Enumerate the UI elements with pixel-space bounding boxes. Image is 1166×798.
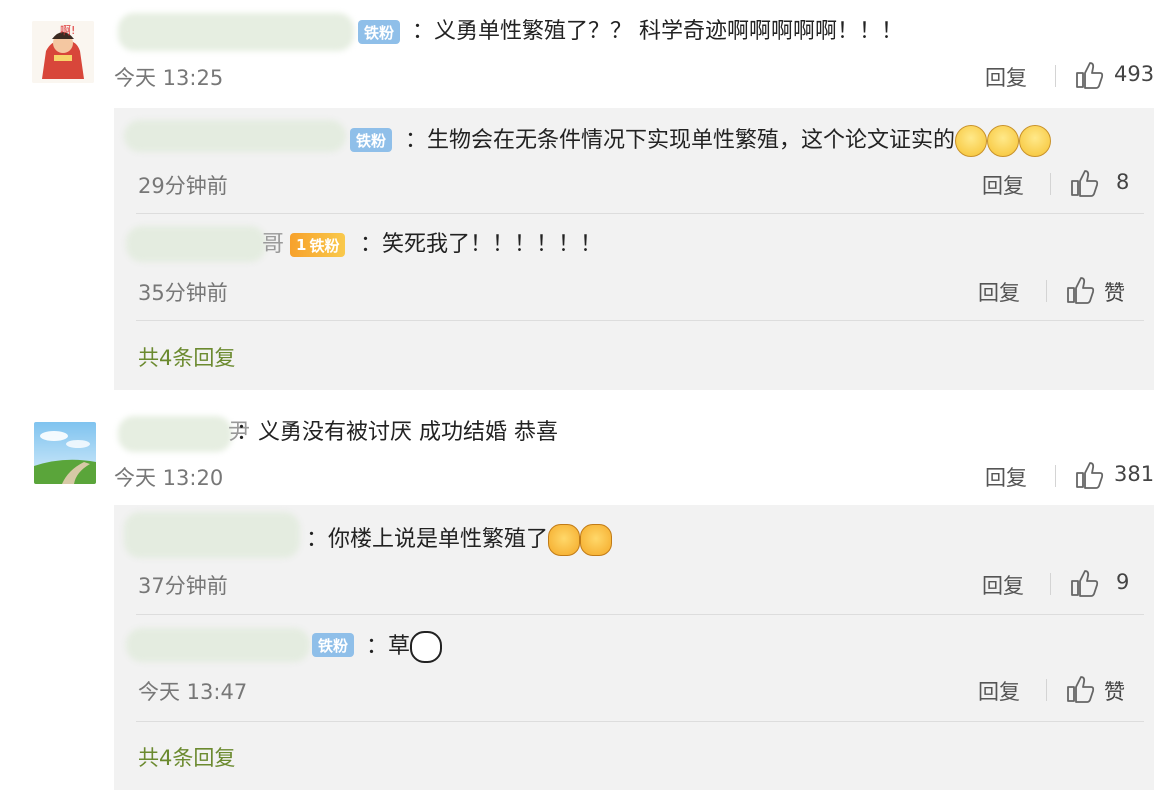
comment-text: ：义勇单性繁殖了？？ 科学奇迹啊啊啊啊啊！！！ <box>412 19 903 44</box>
separator <box>136 213 1144 214</box>
reply-text-content: ：生物会在无条件情况下实现单性繁殖，这个论文证实的 <box>405 128 956 153</box>
fan-badge: 铁粉 <box>350 128 393 152</box>
avatar-image <box>34 422 96 484</box>
separator <box>136 721 1144 722</box>
reply-button[interactable]: 回复 <box>982 570 1024 600</box>
reply-text: ：你楼上说是单性繁殖了 <box>306 524 613 556</box>
divider <box>1055 465 1056 487</box>
crying-laugh-emoji <box>1019 125 1052 157</box>
reply-text: ：生物会在无条件情况下实现单性繁殖，这个论文证实的 <box>405 125 1052 157</box>
divider <box>1055 65 1056 87</box>
divider <box>1046 280 1047 302</box>
avatar-image: 啊! <box>32 21 94 83</box>
reply-text: ：笑死我了！！！！！！ <box>360 232 603 257</box>
reply-button[interactable]: 回复 <box>978 277 1020 307</box>
like-icon[interactable] <box>1066 675 1096 703</box>
reply-text-content: ：草 <box>366 634 411 659</box>
more-replies-link[interactable]: 共4条回复 <box>138 742 235 772</box>
reply-button[interactable]: 回复 <box>982 170 1024 200</box>
comment-text: ：义勇没有被讨厌 成功结婚 恭喜 <box>236 420 558 445</box>
crying-laugh-emoji <box>955 125 988 157</box>
more-replies-link[interactable]: 共4条回复 <box>138 342 235 372</box>
reply-text-content: ：你楼上说是单性繁殖了 <box>306 527 549 552</box>
reply-username[interactable] <box>126 628 310 662</box>
like-label[interactable]: 赞 <box>1104 676 1125 706</box>
username[interactable] <box>118 13 354 51</box>
reply-text: ：草 <box>366 631 443 663</box>
crying-laugh-emoji <box>987 125 1020 157</box>
reply-username[interactable] <box>126 226 266 262</box>
reply-button[interactable]: 回复 <box>985 62 1027 92</box>
separator <box>136 320 1144 321</box>
like-icon[interactable] <box>1075 61 1105 89</box>
fan-badge: 铁粉 <box>312 633 355 657</box>
username[interactable] <box>118 416 232 452</box>
divider <box>1050 573 1051 595</box>
cat-emoji <box>548 524 581 556</box>
avatar-caption: 啊! <box>60 24 75 37</box>
like-count: 493 <box>1114 62 1155 86</box>
like-count: 381 <box>1114 462 1155 486</box>
divider <box>1050 173 1051 195</box>
level-fan-badge: 1 铁粉 <box>290 233 346 257</box>
comment-time: 今天 13:25 <box>114 66 224 90</box>
username-tail: 哥 <box>262 232 285 257</box>
like-icon[interactable] <box>1070 569 1100 597</box>
cat-emoji <box>580 524 613 556</box>
fan-badge-label: 铁粉 <box>309 236 340 255</box>
reply-time: 今天 13:47 <box>138 680 248 704</box>
fan-badge: 铁粉 <box>358 20 401 44</box>
like-icon[interactable] <box>1070 169 1100 197</box>
separator <box>136 614 1144 615</box>
fan-level: 1 <box>296 236 307 254</box>
reply-time: 29分钟前 <box>138 174 228 198</box>
avatar[interactable]: 啊! <box>32 21 94 83</box>
like-count: 9 <box>1116 570 1130 594</box>
reply-button[interactable]: 回复 <box>985 462 1027 492</box>
divider <box>1046 679 1047 701</box>
reply-username[interactable] <box>124 512 300 558</box>
like-icon[interactable] <box>1075 461 1105 489</box>
avatar[interactable] <box>34 422 96 484</box>
reply-username[interactable] <box>124 120 346 152</box>
comment-time: 今天 13:20 <box>114 466 224 490</box>
like-label[interactable]: 赞 <box>1104 277 1125 307</box>
reply-time: 37分钟前 <box>138 574 228 598</box>
panda-emoji <box>410 631 443 663</box>
reply-button[interactable]: 回复 <box>978 676 1020 706</box>
like-icon[interactable] <box>1066 276 1096 304</box>
like-count: 8 <box>1116 170 1130 194</box>
reply-time: 35分钟前 <box>138 281 228 305</box>
